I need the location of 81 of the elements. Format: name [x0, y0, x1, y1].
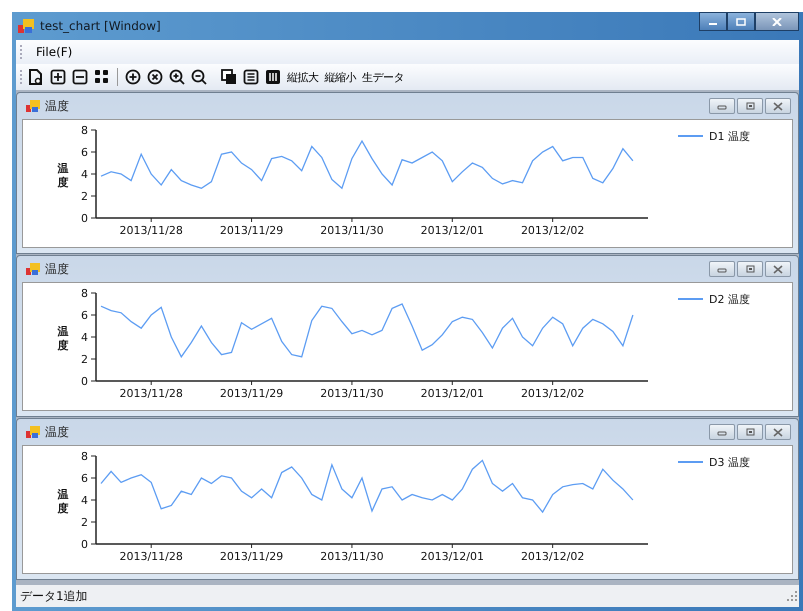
axis-tick-label: 2: [81, 516, 88, 529]
restore-icon: [745, 428, 755, 436]
axis-tick-label: 6: [81, 309, 88, 322]
toolbar-button[interactable]: 縦縮小: [322, 68, 358, 86]
axis-tick-label: 2013/12/02: [520, 387, 584, 400]
axis-tick-label: 8: [81, 124, 88, 137]
axis-tick-label: 2013/12/01: [420, 224, 484, 237]
restore-button[interactable]: [737, 98, 763, 114]
axis-tick-label: 2013/11/28: [120, 550, 183, 563]
axis-tick-label: 2013/11/28: [120, 224, 183, 237]
close-button[interactable]: [765, 98, 791, 114]
axis-tick-label: 2013/11/29: [220, 224, 284, 237]
axis-tick-label: 4: [81, 494, 88, 507]
window-icon: [26, 263, 40, 275]
axis-tick-label: 4: [81, 331, 88, 344]
close-button[interactable]: [765, 424, 791, 440]
close-icon: [772, 18, 782, 26]
document-icon: [28, 69, 44, 85]
minimize-button[interactable]: [699, 12, 727, 31]
axis-tick-label: 2013/12/01: [420, 387, 484, 400]
list-icon: [243, 69, 259, 85]
axis-tick-label: 0: [81, 212, 88, 225]
axis-title: 温度: [58, 325, 68, 352]
zoom-in-icon: [169, 69, 185, 85]
axis-tick-label: 2: [81, 190, 88, 203]
zoom-out-icon: [191, 69, 207, 85]
axis-tick-label: 2013/11/28: [120, 387, 183, 400]
axis-tick-label: 6: [81, 146, 88, 159]
restore-button[interactable]: [737, 261, 763, 277]
window-title: 温度: [45, 260, 69, 278]
minimize-button[interactable]: [709, 261, 735, 277]
window-title: test_chart [Window]: [40, 19, 161, 33]
axis-title: 温度: [58, 162, 68, 189]
plus-circle-icon: [125, 69, 141, 85]
close-icon: [773, 102, 783, 110]
grid-icon: [94, 69, 110, 85]
minimize-button[interactable]: [709, 98, 735, 114]
axis-tick-label: 4: [81, 168, 88, 181]
restore-button[interactable]: [737, 424, 763, 440]
maximize-icon: [736, 18, 746, 26]
axis-tick-label: 0: [81, 538, 88, 551]
axis-tick-label: 2013/12/02: [520, 224, 584, 237]
axis-tick-label: 2013/11/29: [220, 550, 284, 563]
axis-tick-label: 2013/11/30: [320, 387, 384, 400]
menu-item[interactable]: File(F): [30, 43, 78, 61]
window-icon: [26, 100, 40, 112]
close-icon: [773, 428, 783, 436]
maximize-button[interactable]: [727, 12, 755, 31]
axis-tick-label: 6: [81, 472, 88, 485]
app-icon: [18, 19, 34, 33]
legend-label: D3 温度: [709, 456, 750, 469]
plus-box-icon: [50, 69, 66, 85]
toolbar-button[interactable]: 縦拡大: [285, 68, 320, 86]
cross-circle-icon: [147, 69, 163, 85]
restore-icon: [745, 102, 755, 110]
axis-tick-label: 2: [81, 353, 88, 366]
toolbar-button[interactable]: 生データ: [360, 68, 406, 86]
close-button[interactable]: [755, 12, 799, 31]
minimize-button[interactable]: [709, 424, 735, 440]
status-text: データ1追加: [20, 588, 88, 604]
axis-tick-label: 0: [81, 375, 88, 388]
window-title: 温度: [45, 98, 69, 114]
axis-tick-label: 2013/11/29: [220, 387, 284, 400]
axis-tick-label: 2013/11/30: [320, 550, 384, 563]
legend-label: D2 温度: [709, 293, 750, 306]
close-button[interactable]: [765, 261, 791, 277]
axis-tick-label: 2013/12/01: [420, 550, 484, 563]
axis-tick-label: 2013/11/30: [320, 224, 384, 237]
legend-label: D1 温度: [709, 130, 750, 143]
axis-title: 温度: [58, 488, 68, 515]
window-icon: [26, 426, 40, 438]
axis-tick-label: 2013/12/02: [520, 550, 584, 563]
windows-icon: [221, 69, 237, 85]
close-icon: [773, 264, 783, 274]
columns-icon: [265, 69, 281, 85]
minus-box-icon: [72, 69, 88, 85]
window-title: 温度: [45, 424, 69, 440]
resize-grip-icon: [787, 591, 797, 601]
axis-tick-label: 8: [81, 287, 88, 300]
restore-icon: [745, 264, 755, 274]
axis-tick-label: 8: [81, 450, 88, 463]
